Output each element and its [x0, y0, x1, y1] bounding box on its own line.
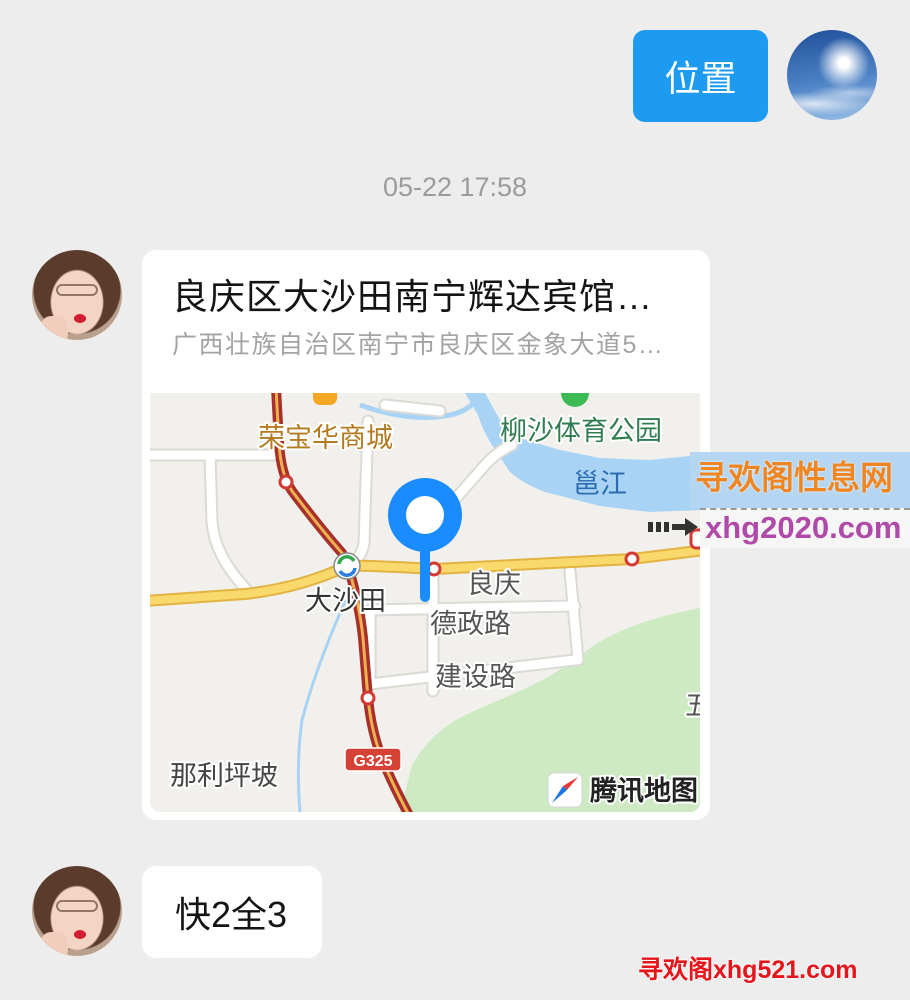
outgoing-message-text: 位置: [664, 58, 737, 99]
my-avatar[interactable]: [787, 30, 877, 120]
highway-badge-text: G325: [353, 753, 392, 770]
avatar-glasses: [56, 900, 98, 912]
outgoing-message-bubble[interactable]: 位置: [633, 30, 768, 122]
incoming-message-bubble[interactable]: 快2全3: [142, 866, 322, 958]
map-canvas[interactable]: 荣宝华商城 柳沙体育公园 邕江 大沙田 良庆 德政路 建设路 那利坪坡 五 G3…: [150, 393, 700, 812]
watermark-footer: 寻欢阁xhg521.com: [638, 956, 858, 984]
location-map[interactable]: 荣宝华商城 柳沙体育公园 邕江 大沙田 良庆 德政路 建设路 那利坪坡 五 G3…: [150, 393, 700, 812]
label-village: 那利坪坡: [170, 761, 278, 791]
location-address: 广西壮族自治区南宁市良庆区金象大道5…: [172, 331, 665, 359]
message-timestamp: 05-22 17:58: [382, 172, 528, 202]
mall-icon: [313, 393, 337, 405]
arrow-right-icon: [648, 518, 698, 536]
avatar-lips: [74, 314, 86, 323]
watermark-site-url: xhg2020.com: [705, 510, 902, 545]
label-road-jianshe: 建设路: [435, 662, 516, 692]
map-provider-logo: 腾讯地图: [590, 776, 698, 806]
contact-avatar[interactable]: [32, 250, 122, 340]
label-station: 大沙田: [305, 586, 386, 616]
label-mall: 荣宝华商城: [258, 423, 393, 453]
label-river: 邕江: [573, 469, 627, 499]
avatar-hand: [40, 932, 68, 956]
compass-icon: [547, 772, 583, 808]
station-icon: [333, 552, 361, 580]
avatar-glasses: [56, 284, 98, 296]
watermark-site-name: 寻欢阁性息网: [695, 459, 893, 496]
label-edge: 五: [685, 691, 700, 721]
avatar-hand: [40, 316, 68, 340]
label-road-dezheng: 德政路: [430, 609, 511, 639]
incoming-message-text: 快2全3: [175, 894, 288, 935]
label-park: 柳沙体育公园: [500, 416, 662, 446]
location-title: 良庆区大沙田南宁辉达宾馆…: [172, 276, 654, 317]
location-card[interactable]: 良庆区大沙田南宁辉达宾馆… 广西壮族自治区南宁市良庆区金象大道5… 荣宝华商城 …: [142, 250, 710, 820]
avatar-lips: [74, 930, 86, 939]
highway-badge: G325: [344, 747, 402, 772]
contact-avatar[interactable]: [32, 866, 122, 956]
label-district: 良庆: [467, 569, 521, 599]
